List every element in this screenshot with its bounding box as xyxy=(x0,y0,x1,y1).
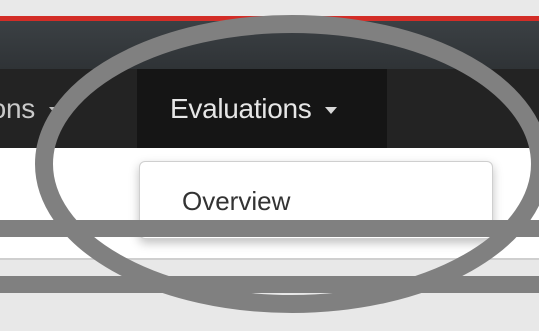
evaluations-dropdown-menu: Overview xyxy=(139,161,493,239)
screenshot-stage: ations Evaluations Overview xyxy=(0,0,539,331)
header-bar xyxy=(0,21,539,69)
nav-item-previous-label: ations xyxy=(0,92,35,124)
caret-down-icon xyxy=(325,107,338,114)
dropdown-item-overview[interactable]: Overview xyxy=(182,186,290,217)
nav-item-previous[interactable]: ations xyxy=(0,69,61,148)
lower-content-area xyxy=(0,260,539,331)
top-strip xyxy=(0,0,539,16)
caret-down-icon xyxy=(48,107,61,114)
nav-item-evaluations[interactable]: Evaluations xyxy=(137,69,387,148)
nav-item-evaluations-label: Evaluations xyxy=(170,92,312,124)
